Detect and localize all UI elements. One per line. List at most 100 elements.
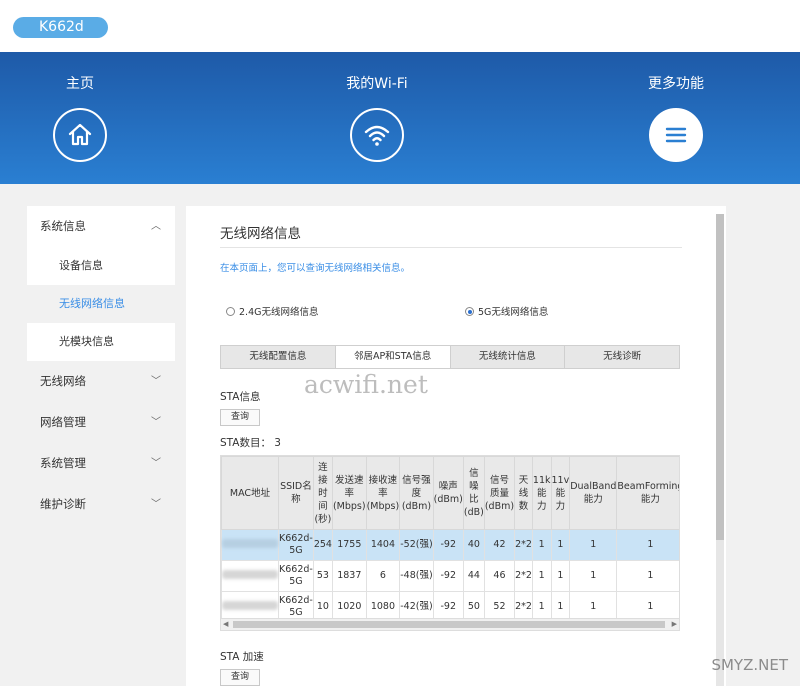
table-header-cell: 接收速率 (Mbps) — [365, 456, 401, 530]
sta-speed-title: STA 加速 — [220, 651, 264, 663]
ssid-cell: K662d- 5G — [278, 560, 314, 592]
watermark: acwifi.net — [304, 370, 428, 399]
table-header-cell: 11k 能力 — [531, 456, 552, 530]
table-header-cell: 连接时间 (秒) — [312, 456, 333, 530]
cell-k11: 1 — [531, 529, 552, 561]
top-bar: K662d — [0, 0, 800, 52]
sidebar: 系统信息 ︿ 设备信息 无线网络信息 光模块信息 无线网络 ﹀ 网络管理 ﹀ 系… — [27, 206, 175, 686]
cell-k11: 1 — [531, 560, 552, 592]
header-text: 发送速 — [335, 474, 364, 486]
tab-neighbor-ap-sta[interactable]: 邻居AP和STA信息 — [335, 346, 451, 368]
home-icon[interactable] — [53, 108, 107, 162]
sidebar-group-system[interactable]: 系统管理 ﹀ — [27, 443, 175, 484]
table-header-cell: MAC地址 — [221, 456, 279, 530]
sidebar-group-label: 系统信息 — [40, 219, 86, 233]
header-text: 间 — [318, 500, 328, 512]
table-row[interactable]: K662d- 5G 254 1755 1404 -52(强) -92 40 42 2*2 1 1 1 1 — [221, 529, 679, 561]
radio-button[interactable] — [465, 307, 474, 316]
scroll-left-icon[interactable]: ◀ — [223, 619, 228, 630]
header-text: 能 — [536, 487, 547, 499]
header-text: (dB) — [463, 507, 484, 518]
sidebar-group-system-info[interactable]: 系统信息 ︿ — [27, 206, 175, 247]
table-header-cell: 信噪比 (dB) — [462, 456, 485, 530]
vertical-scrollbar[interactable] — [716, 214, 724, 686]
tab-wireless-diagnosis[interactable]: 无线诊断 — [565, 346, 679, 368]
main-nav: 主页 我的Wi-Fi 更多功能 — [0, 52, 800, 184]
ssid-text: K662d- — [279, 564, 313, 575]
sta-count-label: STA数目： — [220, 437, 271, 449]
cell-bf: 1 — [616, 529, 679, 561]
cell-quality: 42 — [483, 529, 516, 561]
table-header-cell: SSID名称 — [278, 456, 314, 530]
sidebar-group-label: 系统管理 — [40, 456, 86, 470]
nav-more[interactable]: 更多功能 — [596, 52, 756, 184]
nav-my-wifi[interactable]: 我的Wi-Fi — [297, 52, 457, 184]
tab-wireless-config[interactable]: 无线配置信息 — [221, 346, 336, 368]
sidebar-item-wireless-info[interactable]: 无线网络信息 — [27, 285, 175, 323]
ssid-text: K662d- — [279, 533, 313, 544]
redacted-mac — [222, 600, 278, 610]
header-text: 数 — [518, 500, 529, 512]
cell-dual: 1 — [569, 529, 618, 561]
header-text: DualBand — [570, 481, 617, 492]
sidebar-item-device-info[interactable]: 设备信息 — [27, 247, 175, 285]
cell-rx: 1404 — [365, 529, 401, 561]
scrollbar-thumb[interactable] — [716, 214, 724, 540]
menu-icon[interactable] — [649, 108, 703, 162]
sidebar-group-diagnostics[interactable]: 维护诊断 ﹀ — [27, 484, 175, 525]
chevron-down-icon: ﹀ — [151, 499, 161, 510]
title-divider — [220, 247, 682, 248]
nav-home[interactable]: 主页 — [0, 52, 160, 184]
wifi-icon[interactable] — [350, 108, 404, 162]
header-text: 线 — [518, 487, 529, 499]
header-text: 比 — [469, 494, 479, 505]
chevron-up-icon: ︿ — [151, 221, 161, 232]
cell-signal: -52(强) — [399, 529, 434, 561]
cell-rx: 6 — [365, 560, 401, 592]
page-description: 在本页面上，您可以查询无线网络相关信息。 — [220, 263, 411, 274]
horizontal-scrollbar[interactable]: ◀ ▶ — [220, 618, 680, 631]
table-header-cell: 天线数 — [514, 456, 533, 530]
chevron-down-icon: ﹀ — [151, 417, 161, 428]
mac-cell — [221, 529, 279, 561]
header-text: 率 — [344, 487, 355, 499]
redacted-mac — [222, 569, 278, 579]
table-header-cell: 发送速率 (Mbps) — [331, 456, 367, 530]
table-row[interactable]: K662d- 5G 53 1837 6 -48(强) -92 44 46 2*2 1 1 1 1 — [221, 560, 679, 592]
header-text: 能 — [555, 487, 566, 499]
table-header-cell: DualBand 能力 — [569, 456, 618, 530]
nav-more-label: 更多功能 — [648, 76, 704, 92]
device-name-badge: K662d — [13, 17, 108, 38]
sidebar-item-optical-module[interactable]: 光模块信息 — [27, 323, 175, 361]
radio-2g[interactable]: 2.4G无线网络信息 — [226, 304, 318, 318]
sidebar-group-wireless[interactable]: 无线网络 ﹀ — [27, 361, 175, 402]
sta-info-title: STA信息 — [220, 391, 261, 403]
sidebar-group-label: 无线网络 — [40, 374, 86, 388]
header-text: 连 — [318, 461, 328, 473]
speed-query-button[interactable]: 查询 — [220, 669, 260, 686]
corner-watermark: SMYZ.NET — [711, 656, 788, 674]
scroll-right-icon[interactable]: ▶ — [672, 619, 677, 630]
query-button[interactable]: 查询 — [220, 409, 260, 426]
cell-noise: -92 — [432, 529, 464, 561]
cell-noise: -92 — [432, 560, 464, 592]
nav-home-label: 主页 — [66, 76, 94, 92]
header-text: 信号 — [489, 474, 509, 486]
header-text: 能力 — [640, 494, 660, 505]
header-text: 11v — [551, 474, 570, 486]
cell-time: 53 — [312, 560, 333, 592]
sidebar-group-network[interactable]: 网络管理 ﹀ — [27, 402, 175, 443]
radio-button[interactable] — [226, 307, 235, 316]
cell-v11: 1 — [550, 560, 571, 592]
tab-wireless-stats[interactable]: 无线统计信息 — [450, 346, 566, 368]
cell-snr: 44 — [462, 560, 485, 592]
scrollbar-thumb[interactable] — [233, 621, 665, 628]
header-text: 接 — [318, 474, 328, 486]
header-text: 11k — [532, 474, 551, 486]
cell-tx: 1837 — [331, 560, 367, 592]
header-text: 称 — [291, 494, 301, 505]
radio-5g[interactable]: 5G无线网络信息 — [465, 304, 548, 318]
header-text: 时 — [318, 487, 328, 499]
header-text: (秒) — [314, 513, 332, 525]
page-title: 无线网络信息 — [220, 226, 301, 242]
